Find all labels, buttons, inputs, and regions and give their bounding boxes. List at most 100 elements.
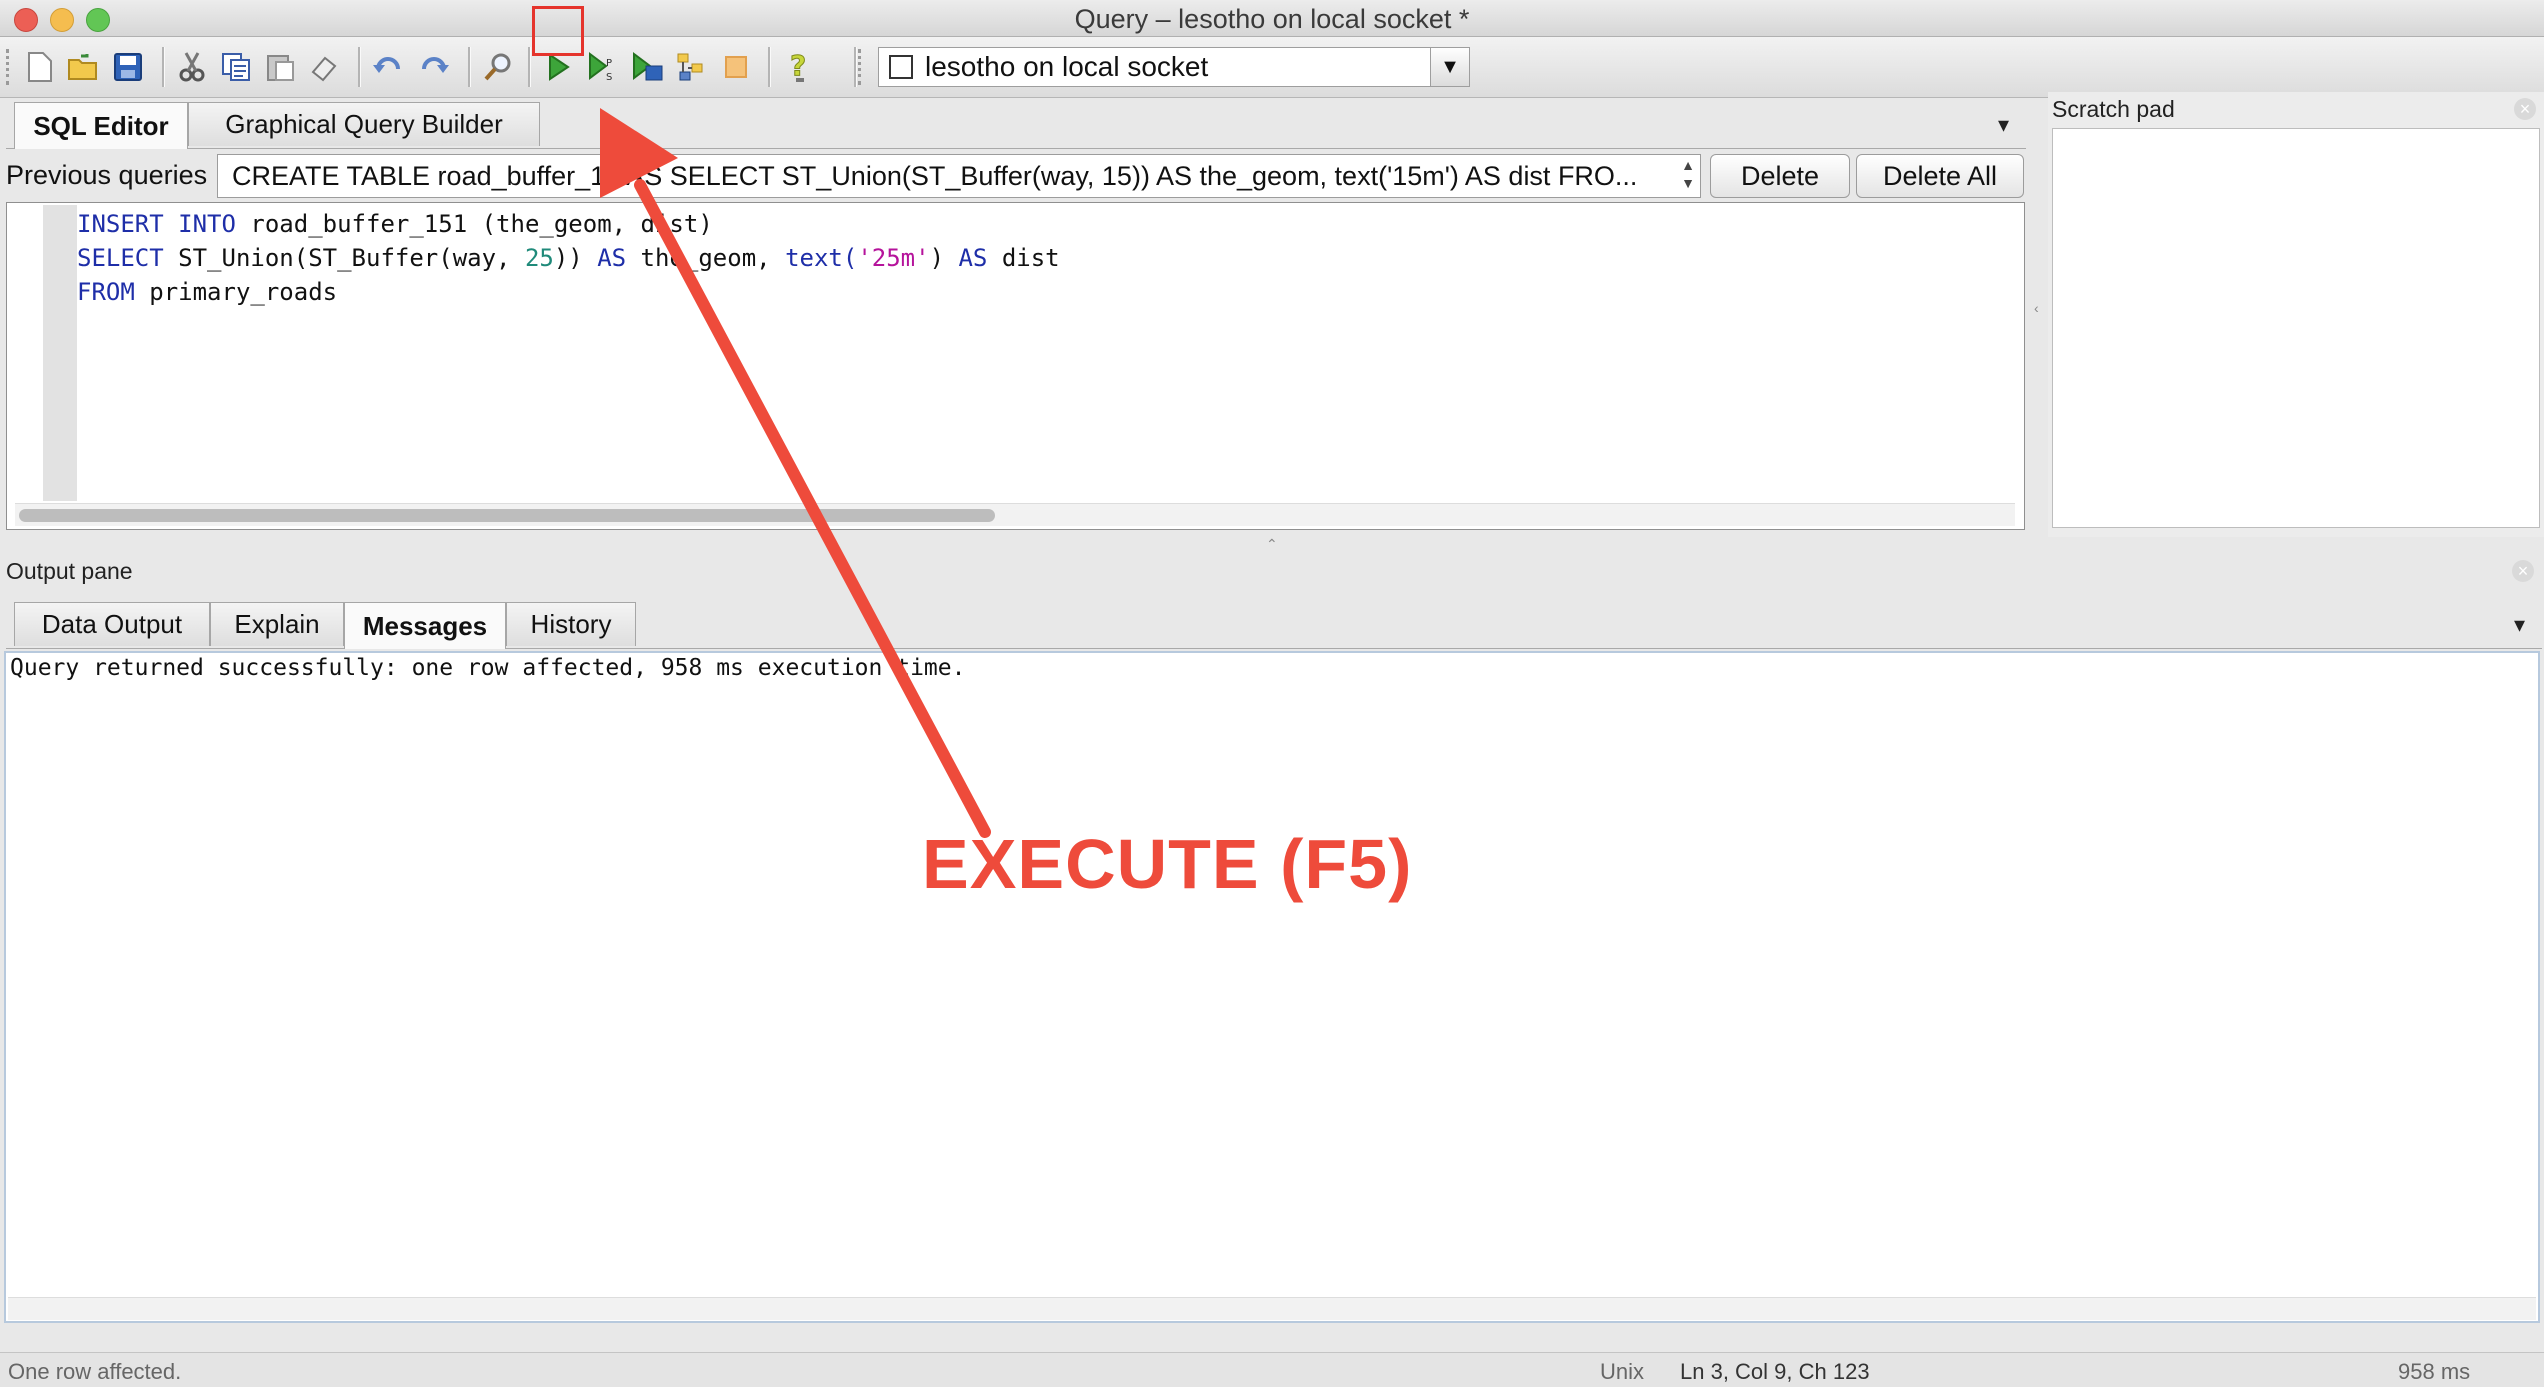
delete-button[interactable]: Delete xyxy=(1710,154,1850,198)
keyword: AS xyxy=(958,244,988,272)
undo-icon[interactable] xyxy=(368,47,408,87)
scratch-pad-textarea[interactable] xyxy=(2052,128,2540,528)
toolbar-separator xyxy=(768,47,771,87)
tab-label: Explain xyxy=(234,609,320,639)
help-icon[interactable]: ? xyxy=(780,47,820,87)
execution-time: 958 ms xyxy=(2398,1359,2471,1384)
toolbar-separator xyxy=(528,47,531,87)
explain-icon[interactable] xyxy=(672,47,712,87)
annotation-label: EXECUTE (F5) xyxy=(922,825,1413,903)
previous-queries-select[interactable]: CREATE TABLE road_buffer_15 AS SELECT ST… xyxy=(217,154,1701,198)
tab-data-output[interactable]: Data Output xyxy=(14,602,210,646)
string-literal: '25m' xyxy=(857,244,930,272)
copy-icon[interactable] xyxy=(216,47,256,87)
code-text: primary_roads xyxy=(149,278,338,306)
toolbar-separator xyxy=(162,47,165,87)
connection-checkbox[interactable] xyxy=(889,55,913,79)
editor-gutter xyxy=(43,205,77,501)
svg-text:S: S xyxy=(606,72,612,82)
status-bar: One row affected. Unix Ln 3, Col 9, Ch 1… xyxy=(0,1352,2544,1387)
code-text: road_buffer_151 (the_geom, dist) xyxy=(250,210,713,238)
tab-label: Data Output xyxy=(41,609,183,639)
connection-combo[interactable]: lesotho on local socket xyxy=(878,47,1468,87)
find-icon[interactable] xyxy=(478,47,518,87)
tab-label: SQL Editor xyxy=(33,110,169,141)
tab-label: Messages xyxy=(362,610,488,641)
sql-editor[interactable]: INSERT INTO road_buffer_151 (the_geom, d… xyxy=(6,202,2025,530)
code-text: the_geom, xyxy=(626,244,786,272)
paste-icon[interactable] xyxy=(260,47,300,87)
toolbar-separator xyxy=(358,47,361,87)
scratch-pad: Scratch pad × xyxy=(2048,92,2544,537)
code-text: dist xyxy=(987,244,1060,272)
output-tab-strip: Data Output Explain Messages History ▾ xyxy=(6,598,2542,649)
execute-pgscript-icon[interactable]: PS xyxy=(584,47,624,87)
editor-horizontal-scrollbar[interactable] xyxy=(15,503,2015,526)
function-name: text( xyxy=(785,244,858,272)
svg-text:?: ? xyxy=(790,51,806,82)
code-text: ) xyxy=(929,244,959,272)
panel-menu-icon[interactable]: ▾ xyxy=(2514,612,2525,638)
scrollbar-thumb[interactable] xyxy=(19,509,995,522)
code-line-1: INSERT INTO road_buffer_151 (the_geom, d… xyxy=(77,207,1060,241)
toolbar-separator xyxy=(468,47,471,87)
code-text: )) xyxy=(553,244,598,272)
redo-icon[interactable] xyxy=(414,47,454,87)
title-bar: Query – lesotho on local socket * xyxy=(0,0,2544,37)
window-title: Query – lesotho on local socket * xyxy=(1074,4,1470,34)
keyword: SELECT xyxy=(77,244,164,272)
code-line-2: SELECT ST_Union(ST_Buffer(way, 25)) AS t… xyxy=(77,241,1060,275)
tab-sql-editor[interactable]: SQL Editor xyxy=(14,102,188,149)
delete-button-label: Delete xyxy=(1740,160,1820,191)
keyword: INTO xyxy=(178,210,236,238)
previous-query-selected: CREATE TABLE road_buffer_15 AS SELECT ST… xyxy=(232,160,1638,191)
code-line-3: FROM primary_roads xyxy=(77,275,1060,309)
toolbar-separator xyxy=(854,47,857,87)
open-folder-icon[interactable] xyxy=(64,47,104,87)
scratch-pad-title: Scratch pad xyxy=(2052,96,2175,122)
tab-history[interactable]: History xyxy=(506,602,636,646)
connection-dropdown-button[interactable]: ▼ xyxy=(1430,47,1470,87)
clear-icon[interactable] xyxy=(304,47,344,87)
sql-code[interactable]: INSERT INTO road_buffer_151 (the_geom, d… xyxy=(77,207,1060,309)
line-ending-indicator: Unix xyxy=(1600,1359,1645,1384)
output-horizontal-scrollbar[interactable] xyxy=(8,1297,2536,1320)
execute-highlight-box xyxy=(532,6,584,56)
previous-queries-label: Previous queries xyxy=(6,160,208,190)
keyword: INSERT xyxy=(77,210,164,238)
tab-graphical-query-builder[interactable]: Graphical Query Builder xyxy=(188,102,540,146)
execute-to-file-icon[interactable] xyxy=(628,47,668,87)
code-text: ST_Union(ST_Buffer(way, xyxy=(178,244,525,272)
panel-menu-icon[interactable]: ▾ xyxy=(1998,112,2009,138)
tab-explain[interactable]: Explain xyxy=(210,602,344,646)
editor-tab-strip: SQL Editor Graphical Query Builder ▾ xyxy=(6,98,2026,149)
close-icon[interactable]: × xyxy=(2514,98,2536,120)
new-file-icon[interactable] xyxy=(20,47,60,87)
numeric-literal: 25 xyxy=(524,244,554,272)
close-icon[interactable]: × xyxy=(2512,560,2534,582)
status-message: One row affected. xyxy=(8,1359,182,1384)
svg-text:P: P xyxy=(606,58,612,69)
toolbar-grip[interactable] xyxy=(6,49,13,85)
chevron-down-icon: ▼ xyxy=(1440,55,1460,78)
cursor-position: Ln 3, Col 9, Ch 123 xyxy=(1680,1359,1870,1384)
cut-icon[interactable] xyxy=(172,47,212,87)
messages-output[interactable]: Query returned successfully: one row aff… xyxy=(4,651,2540,1323)
horizontal-splitter[interactable]: ⌃ xyxy=(1266,536,1278,553)
tab-label: Graphical Query Builder xyxy=(225,109,503,139)
tab-label: History xyxy=(530,609,612,639)
output-pane-title: Output pane xyxy=(6,558,133,584)
connection-label: lesotho on local socket xyxy=(925,51,1209,82)
updown-arrows-icon[interactable]: ▲ ▼ xyxy=(1676,156,1700,196)
tab-messages[interactable]: Messages xyxy=(344,602,506,649)
keyword: AS xyxy=(597,244,627,272)
save-icon[interactable] xyxy=(108,47,148,87)
vertical-splitter[interactable]: ‹ xyxy=(2034,300,2039,316)
delete-all-button[interactable]: Delete All xyxy=(1856,154,2024,198)
delete-all-button-label: Delete All xyxy=(1882,160,1998,191)
cancel-query-icon[interactable] xyxy=(716,47,756,87)
keyword: FROM xyxy=(77,278,135,306)
toolbar-grip[interactable] xyxy=(858,49,865,85)
toolbar: PS ? lesotho on local socket ▼ xyxy=(0,37,2544,98)
query-result-message: Query returned successfully: one row aff… xyxy=(10,655,966,681)
